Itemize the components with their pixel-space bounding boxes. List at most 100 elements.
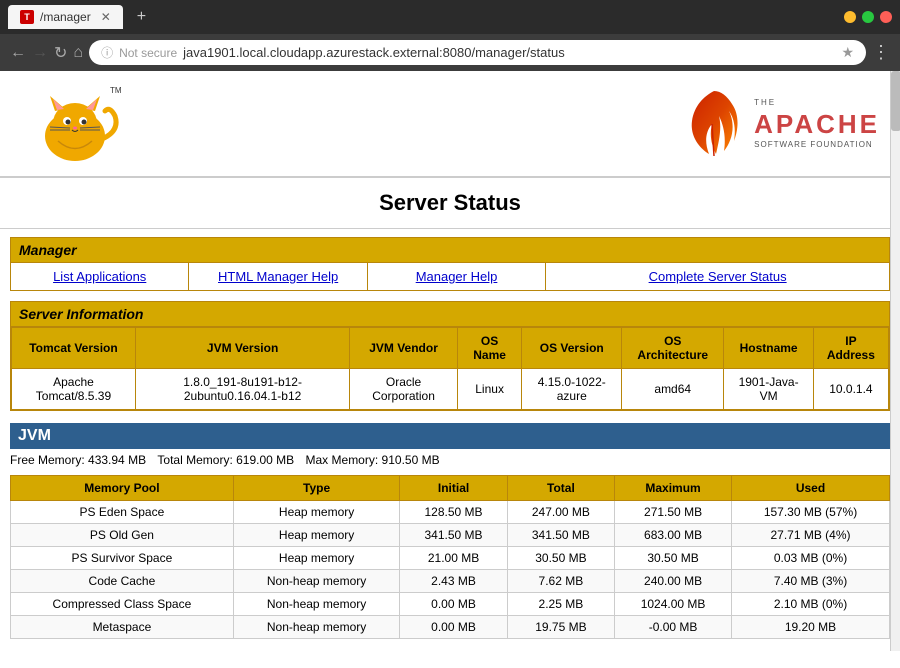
site-header: TM THE — [0, 71, 900, 178]
content-area: Manager List Applications HTML Manager H… — [0, 237, 900, 639]
manager-section: Manager List Applications HTML Manager H… — [10, 237, 890, 291]
memory-cell-2: 0.00 MB — [400, 616, 507, 639]
page-content: TM THE — [0, 71, 900, 651]
th-jvm-vendor: JVM Vendor — [350, 328, 458, 369]
refresh-button[interactable]: ↻ — [54, 43, 67, 63]
free-memory-value: 433.94 MB — [88, 453, 146, 467]
server-table-header-row: Tomcat Version JVM Version JVM Vendor OS… — [12, 328, 889, 369]
memory-cell-4: 240.00 MB — [615, 570, 732, 593]
nav-links-row: List Applications HTML Manager Help Mana… — [10, 263, 890, 291]
maximize-button[interactable] — [862, 11, 874, 23]
td-tomcat-version: Apache Tomcat/8.5.39 — [12, 369, 136, 410]
jvm-section-header: JVM — [10, 423, 890, 449]
th-mem-total: Total — [507, 476, 614, 501]
memory-cell-0: Code Cache — [11, 570, 234, 593]
forward-button[interactable]: → — [32, 44, 48, 62]
memory-table-row: PS Survivor SpaceHeap memory21.00 MB30.5… — [11, 547, 890, 570]
memory-cell-5: 7.40 MB (3%) — [732, 570, 890, 593]
jvm-section: JVM Free Memory: 433.94 MB Total Memory:… — [10, 423, 890, 639]
server-info-section: Server Information Tomcat Version JVM Ve… — [10, 301, 890, 411]
memory-table-row: PS Eden SpaceHeap memory128.50 MB247.00 … — [11, 501, 890, 524]
jvm-memory-info: Free Memory: 433.94 MB Total Memory: 619… — [10, 449, 890, 471]
max-memory-label: Max Memory: — [306, 453, 379, 467]
nav-link-list-apps[interactable]: List Applications — [11, 263, 189, 290]
th-ip-address: IP Address — [813, 328, 888, 369]
th-os-arch: OS Architecture — [622, 328, 724, 369]
tab-item[interactable]: T /manager ✕ — [8, 5, 123, 29]
tomcat-logo: TM — [20, 81, 130, 166]
scrollbar-thumb[interactable] — [891, 71, 900, 131]
memory-cell-2: 128.50 MB — [400, 501, 507, 524]
address-bar-row: ← → ↻ ⌂ ⓘ Not secure java1901.local.clou… — [0, 34, 900, 71]
bookmark-icon[interactable]: ★ — [841, 44, 854, 61]
th-mem-used: Used — [732, 476, 890, 501]
memory-cell-5: 19.20 MB — [732, 616, 890, 639]
th-hostname: Hostname — [724, 328, 813, 369]
memory-cell-4: 30.50 MB — [615, 547, 732, 570]
back-button[interactable]: ← — [10, 44, 26, 62]
memory-pool-table: Memory Pool Type Initial Total Maximum U… — [10, 475, 890, 639]
server-info-data-row: Apache Tomcat/8.5.39 1.8.0_191-8u191-b12… — [12, 369, 889, 410]
html-manager-link[interactable]: HTML Manager Help — [218, 269, 338, 284]
memory-cell-0: Compressed Class Space — [11, 593, 234, 616]
memory-cell-1: Non-heap memory — [233, 593, 400, 616]
security-label: Not secure — [119, 46, 177, 60]
th-mem-type: Type — [233, 476, 400, 501]
complete-server-status-link[interactable]: Complete Server Status — [649, 269, 787, 284]
memory-cell-4: -0.00 MB — [615, 616, 732, 639]
memory-table-row: Code CacheNon-heap memory2.43 MB7.62 MB2… — [11, 570, 890, 593]
memory-cell-4: 683.00 MB — [615, 524, 732, 547]
memory-table-row: Compressed Class SpaceNon-heap memory0.0… — [11, 593, 890, 616]
memory-cell-2: 0.00 MB — [400, 593, 507, 616]
memory-cell-5: 157.30 MB (57%) — [732, 501, 890, 524]
total-memory-value: 619.00 MB — [236, 453, 294, 467]
memory-cell-5: 27.71 MB (4%) — [732, 524, 890, 547]
free-memory-label: Free Memory: — [10, 453, 85, 467]
apache-brand-name: APACHE — [754, 109, 880, 140]
nav-link-complete-status[interactable]: Complete Server Status — [546, 263, 889, 290]
total-memory-label: Total Memory: — [157, 453, 232, 467]
minimize-button[interactable] — [844, 11, 856, 23]
tomcat-cat-icon: TM — [20, 81, 130, 166]
memory-cell-4: 1024.00 MB — [615, 593, 732, 616]
nav-link-manager-help[interactable]: Manager Help — [368, 263, 546, 290]
manager-section-header: Manager — [10, 237, 890, 263]
address-bar[interactable]: ⓘ Not secure java1901.local.cloudapp.azu… — [89, 40, 866, 65]
memory-table-row: MetaspaceNon-heap memory0.00 MB19.75 MB-… — [11, 616, 890, 639]
memory-cell-3: 30.50 MB — [507, 547, 614, 570]
server-info-table: Tomcat Version JVM Version JVM Vendor OS… — [11, 327, 889, 410]
td-os-name: Linux — [457, 369, 522, 410]
nav-link-html-manager[interactable]: HTML Manager Help — [189, 263, 367, 290]
td-ip-address: 10.0.1.4 — [813, 369, 888, 410]
memory-cell-0: PS Eden Space — [11, 501, 234, 524]
memory-cell-3: 7.62 MB — [507, 570, 614, 593]
th-os-name: OS Name — [457, 328, 522, 369]
th-jvm-version: JVM Version — [135, 328, 349, 369]
apache-text-area: THE APACHE SOFTWARE FOUNDATION — [754, 98, 880, 149]
tab-title: /manager — [40, 10, 91, 24]
new-tab-button[interactable]: + — [131, 6, 152, 28]
memory-cell-1: Heap memory — [233, 501, 400, 524]
title-bar: T /manager ✕ + — [0, 0, 900, 34]
home-button[interactable]: ⌂ — [73, 44, 83, 62]
menu-button[interactable]: ⋮ — [872, 42, 890, 63]
memory-table-row: PS Old GenHeap memory341.50 MB341.50 MB6… — [11, 524, 890, 547]
memory-cell-5: 2.10 MB (0%) — [732, 593, 890, 616]
memory-cell-0: PS Old Gen — [11, 524, 234, 547]
close-button[interactable] — [880, 11, 892, 23]
memory-cell-3: 247.00 MB — [507, 501, 614, 524]
memory-cell-2: 341.50 MB — [400, 524, 507, 547]
td-jvm-version: 1.8.0_191-8u191-b12-2ubuntu0.16.04.1-b12 — [135, 369, 349, 410]
tab-close-icon[interactable]: ✕ — [101, 10, 111, 24]
th-mem-initial: Initial — [400, 476, 507, 501]
svg-text:TM: TM — [110, 86, 122, 95]
window-controls — [844, 11, 892, 23]
address-text[interactable]: java1901.local.cloudapp.azurestack.exter… — [183, 45, 835, 60]
memory-cell-4: 271.50 MB — [615, 501, 732, 524]
tab-favicon: T — [20, 10, 34, 24]
manager-help-link[interactable]: Manager Help — [416, 269, 498, 284]
scrollbar[interactable] — [890, 71, 900, 651]
memory-cell-2: 2.43 MB — [400, 570, 507, 593]
memory-cell-5: 0.03 MB (0%) — [732, 547, 890, 570]
list-applications-link[interactable]: List Applications — [53, 269, 146, 284]
